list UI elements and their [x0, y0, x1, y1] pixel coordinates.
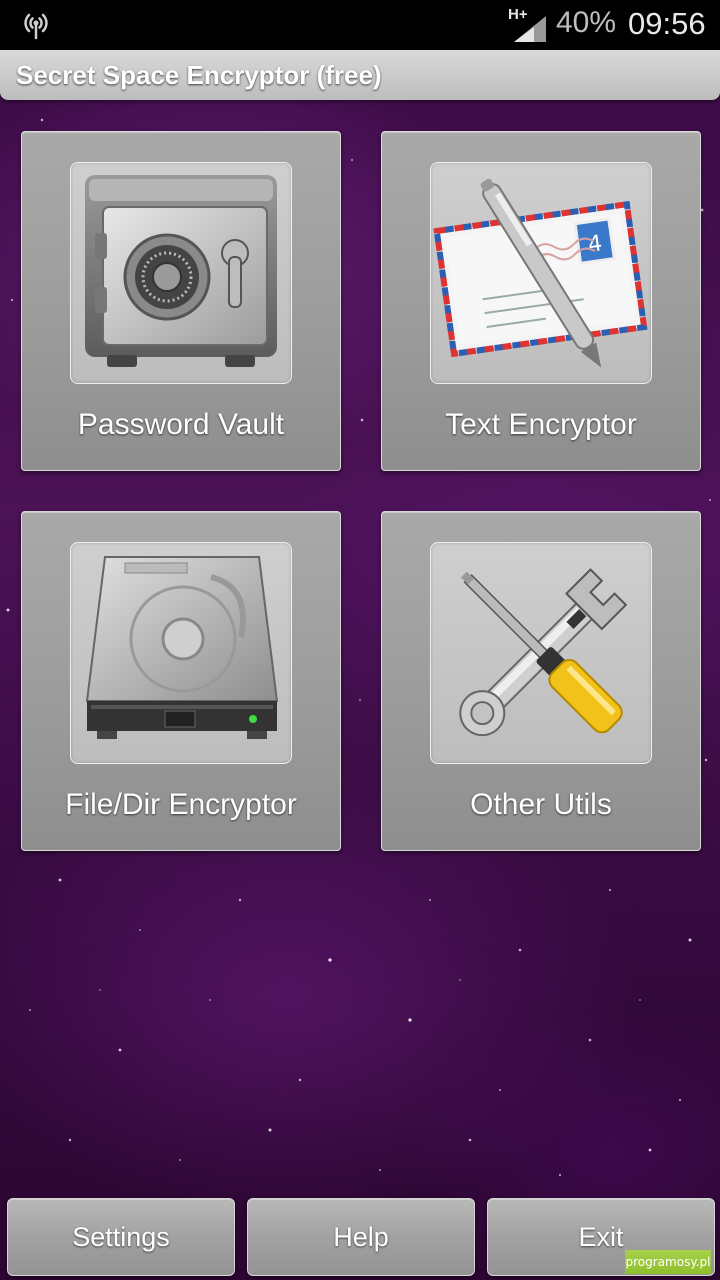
wrench-screwdriver-icon: [459, 568, 628, 737]
file-dir-encryptor-tile[interactable]: File/Dir Encryptor: [21, 511, 341, 851]
clock: 09:56: [628, 6, 706, 41]
settings-button[interactable]: Settings: [7, 1198, 235, 1276]
file-dir-encryptor-label: File/Dir Encryptor: [65, 788, 297, 821]
mobile-network-icon: H+: [508, 6, 548, 42]
battery-percent: 40%: [556, 6, 617, 39]
app-title: Secret Space Encryptor (free): [16, 60, 382, 90]
file-dir-encryptor-icon-frame: [70, 542, 292, 764]
safe-icon: [85, 175, 277, 367]
wireless-signal-icon: [24, 13, 48, 40]
text-encryptor-icon-frame: 4: [430, 162, 652, 384]
password-vault-tile[interactable]: Password Vault: [21, 131, 341, 471]
password-vault-label: Password Vault: [77, 408, 285, 441]
other-utils-tile[interactable]: Other Utils: [381, 511, 701, 851]
other-utils-icon-frame: [430, 542, 652, 764]
hard-drive-icon: [85, 556, 279, 739]
title-bar: Secret Space Encryptor (free): [0, 50, 720, 100]
text-encryptor-label: Text Encryptor: [445, 408, 637, 441]
help-button[interactable]: Help: [247, 1198, 475, 1276]
password-vault-icon-frame: [70, 162, 292, 384]
other-utils-label: Other Utils: [470, 788, 612, 821]
watermark: programosy.pl: [625, 1250, 711, 1274]
signal-bars-icon: [514, 16, 546, 42]
envelope-pen-icon: 4: [433, 178, 648, 368]
status-bar: H+ 40% 09:56: [0, 0, 720, 50]
text-encryptor-tile[interactable]: 4 Text Encryptor: [381, 131, 701, 471]
